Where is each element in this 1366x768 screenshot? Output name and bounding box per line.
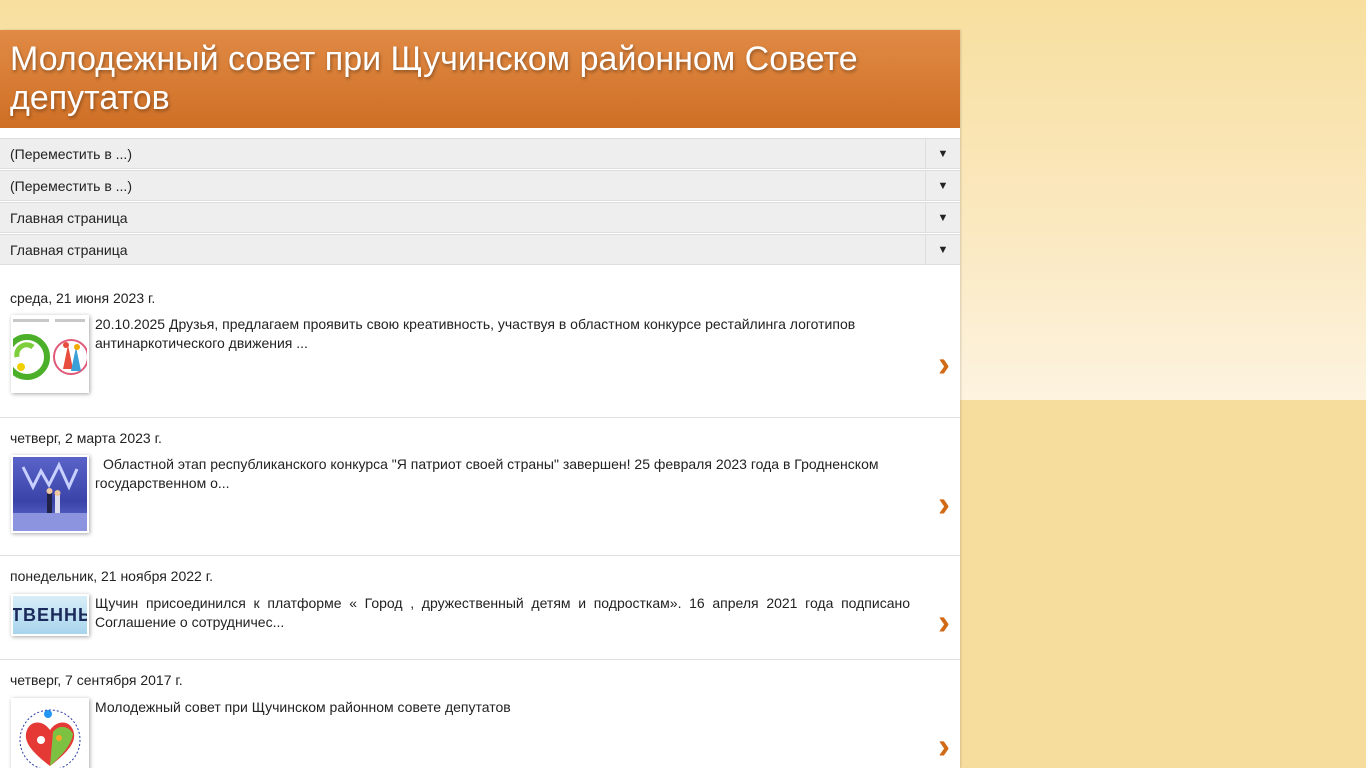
dropdown-arrow-icon[interactable]: ▼ [925,171,960,200]
post-thumbnail[interactable] [11,455,89,533]
nav-select-label: (Переместить в ...) [10,146,132,162]
nav-select-move-1[interactable]: (Переместить в ...) ▼ [0,138,960,169]
dropdown-arrow-icon[interactable]: ▼ [925,139,960,168]
post-thumbnail[interactable] [11,315,89,393]
nav-select-label: (Переместить в ...) [10,178,132,194]
youth-council-logo-image [13,700,87,768]
nav-select-home-2[interactable]: Главная страница ▼ [0,234,960,265]
dropdown-arrow-icon[interactable]: ▼ [925,203,960,232]
post-thumbnail[interactable] [11,698,89,768]
page-navigation: (Переместить в ...) ▼ (Переместить в ...… [0,138,960,265]
post-item[interactable]: четверг, 7 сентября 2017 г. Молодежный с… [0,660,960,768]
post-snippet[interactable]: Молодежный совет при Щучинском районном … [95,698,915,717]
post-item[interactable]: четверг, 2 марта 2023 г. Областной этап … [0,418,960,556]
blog-title[interactable]: Молодежный совет при Щучинском районном … [10,40,950,118]
antidrug-logos-image [13,317,87,391]
chevron-right-icon[interactable]: › [938,346,950,382]
post-item[interactable]: среда, 21 июня 2023 г. 20.10.2025 Друзья… [0,288,960,418]
nav-select-label: Главная страница [10,242,128,258]
chevron-right-icon[interactable]: › [938,486,950,522]
blog-header: Молодежный совет при Щучинском районном … [0,30,960,128]
post-thumbnail[interactable]: ТВЕННЫ [11,594,89,636]
banner-image-text: ТВЕННЫ [13,604,87,625]
nav-select-label: Главная страница [10,210,128,226]
banner-image: ТВЕННЫ [13,596,87,634]
nav-select-move-2[interactable]: (Переместить в ...) ▼ [0,170,960,201]
nav-select-home-1[interactable]: Главная страница ▼ [0,202,960,233]
post-snippet[interactable]: Щучин присоединился к платформе « Город … [95,594,910,632]
stage-photo-image [13,457,87,531]
post-date: четверг, 2 марта 2023 г. [10,430,162,446]
post-snippet[interactable]: Областной этап республиканского конкурса… [95,455,915,493]
dropdown-arrow-icon[interactable]: ▼ [925,235,960,264]
post-list: среда, 21 июня 2023 г. 20.10.2025 Друзья… [0,266,960,768]
post-date: среда, 21 июня 2023 г. [10,290,156,306]
chevron-right-icon[interactable]: › [938,604,950,640]
post-snippet[interactable]: 20.10.2025 Друзья, предлагаем проявить с… [95,315,915,353]
post-item[interactable]: понедельник, 21 ноября 2022 г. ТВЕННЫ Щу… [0,556,960,660]
blog-container: Молодежный совет при Щучинском районном … [0,30,960,768]
post-date: понедельник, 21 ноября 2022 г. [10,568,213,584]
page-background-lower [960,400,1366,768]
post-date: четверг, 7 сентября 2017 г. [10,672,183,688]
chevron-right-icon[interactable]: › [938,728,950,764]
